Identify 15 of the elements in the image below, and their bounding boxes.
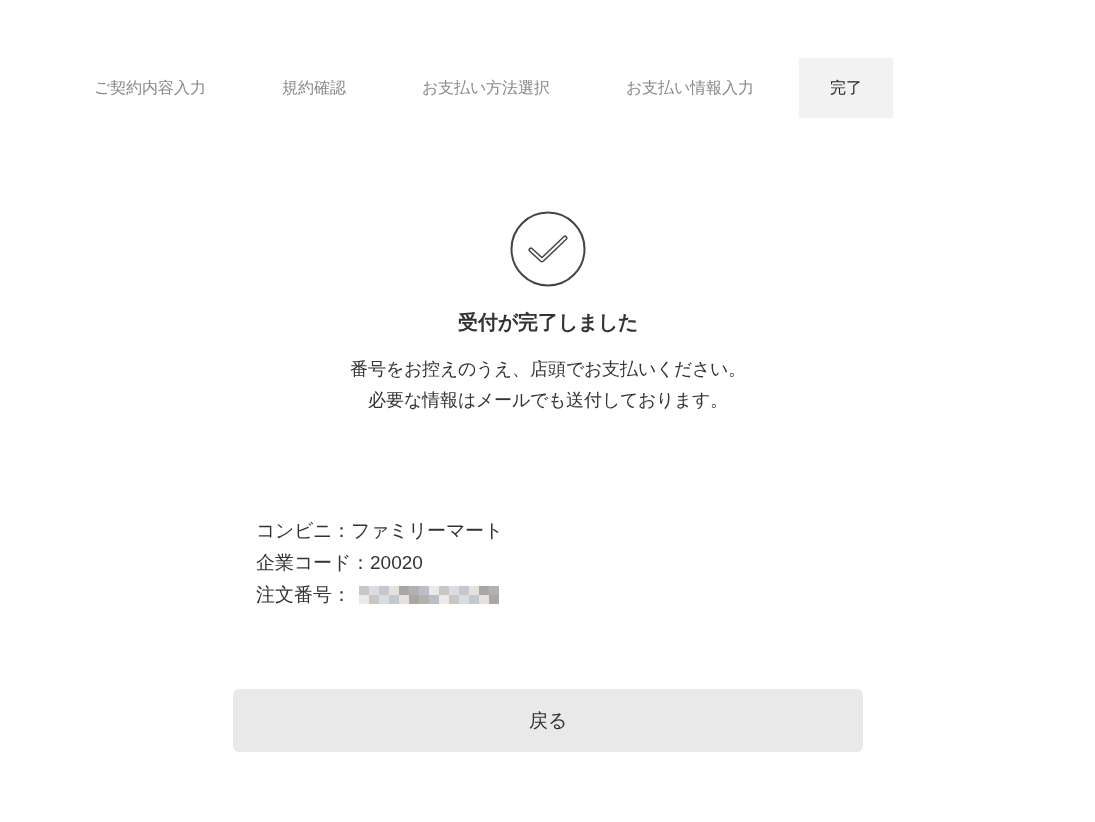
title: 受付が完了しました	[457, 310, 638, 335]
detail-label: コンビニ：	[256, 519, 351, 543]
message-line: 番号をお控えのうえ、店頭でお支払いください。	[349, 358, 746, 381]
step-tab[interactable]: お支払い方法選択	[391, 58, 581, 118]
step-tab[interactable]: 完了	[799, 58, 893, 118]
step-tab[interactable]: お支払い情報入力	[595, 58, 785, 118]
message-line: 必要な情報はメールでも送付しております。	[366, 389, 729, 412]
check-circle-icon	[509, 211, 586, 287]
detail-label: 企業コード：	[256, 551, 370, 575]
back-button[interactable]: 戻る	[232, 689, 863, 752]
step-tab[interactable]: ご契約内容入力	[63, 58, 237, 118]
detail-value: ファミリーマート	[351, 519, 503, 543]
detail-value: 20020	[370, 552, 423, 574]
detail-label: 注文番号：	[256, 583, 351, 607]
step-tab[interactable]: 規約確認	[251, 58, 377, 118]
